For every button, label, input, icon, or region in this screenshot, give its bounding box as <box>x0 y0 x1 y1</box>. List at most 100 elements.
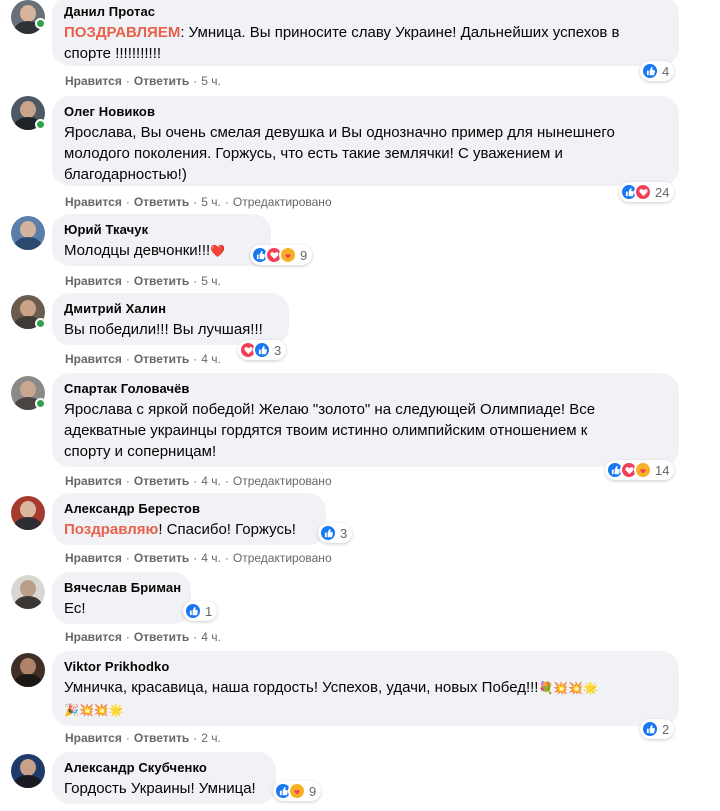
comment-bubble: Александр Скубченко Гордость Украины! Ум… <box>52 752 276 804</box>
emoji-sequence: 🎉💥💥🌟 <box>64 703 124 717</box>
reactions-summary[interactable]: 2 <box>640 719 675 739</box>
reactions-summary[interactable]: 9 <box>273 781 322 801</box>
timestamp[interactable]: 4 ч. <box>201 352 221 366</box>
like-link[interactable]: Нравится <box>65 352 122 366</box>
like-link[interactable]: Нравится <box>65 630 122 644</box>
edited-label[interactable]: Отредактировано <box>233 195 332 209</box>
comment-bubble: Олег Новиков Ярослава, Вы очень смелая д… <box>52 96 679 186</box>
timestamp[interactable]: 4 ч. <box>201 630 221 644</box>
reply-link[interactable]: Ответить <box>134 731 189 745</box>
online-status-icon <box>35 318 46 329</box>
comment-tag-link[interactable]: Поздравляю <box>64 521 158 538</box>
avatar[interactable] <box>11 653 45 687</box>
comment-text: Ес! <box>64 600 86 617</box>
comment-bubble: Дмитрий Халин Вы победили!!! Вы лучшая!!… <box>52 293 289 345</box>
comment-author[interactable]: Viktor Prikhodko <box>64 658 667 675</box>
timestamp[interactable]: 2 ч. <box>201 731 221 745</box>
reactions-count: 14 <box>655 462 670 478</box>
reactions-summary[interactable]: 3 <box>238 340 287 360</box>
like-reaction-icon <box>184 602 202 620</box>
reactions-count: 2 <box>662 721 670 737</box>
reactions-count: 9 <box>309 783 317 799</box>
like-reaction-icon <box>641 720 659 738</box>
reactions-count: 24 <box>655 184 670 200</box>
like-link[interactable]: Нравится <box>65 551 122 565</box>
comment-author[interactable]: Дмитрий Халин <box>64 300 277 317</box>
like-link[interactable]: Нравится <box>65 195 122 209</box>
comment-tag-link[interactable]: ПОЗДРАВЛЯЕМ <box>64 24 180 41</box>
comment-text: Умничка, красавица, наша гордость! Успех… <box>64 679 599 717</box>
avatar[interactable] <box>11 496 45 530</box>
timestamp[interactable]: 4 ч. <box>201 474 221 488</box>
comment-text: Поздравляю! Спасибо! Горжусь! <box>64 521 296 538</box>
reply-link[interactable]: Ответить <box>134 551 189 565</box>
online-status-icon <box>35 398 46 409</box>
comment-text: Молодцы девчонки!!!❤️ <box>64 242 226 259</box>
reactions-summary[interactable]: 3 <box>318 523 353 543</box>
reply-link[interactable]: Ответить <box>134 630 189 644</box>
comment-bubble: Viktor Prikhodko Умничка, красавица, наш… <box>52 651 679 726</box>
emoji-sequence: 💐💥💥🌟 <box>538 681 599 695</box>
comment-bubble: Юрий Ткачук Молодцы девчонки!!!❤️ <box>52 214 271 266</box>
reactions-summary[interactable]: 14 <box>605 460 675 480</box>
comment-actions: Нравится · Ответить · 2 ч. <box>65 731 221 745</box>
comment-actions: Нравится · Ответить · 4 ч. <box>65 630 221 644</box>
comment-text: Ярослава с яркой победой! Желаю "золото"… <box>64 401 596 460</box>
avatar[interactable] <box>11 216 45 250</box>
comment-author[interactable]: Вячеслав Бриман <box>64 579 181 596</box>
comment-author[interactable]: Спартак Головачёв <box>64 380 667 397</box>
reply-link[interactable]: Ответить <box>134 474 189 488</box>
comment-text: Вы победили!!! Вы лучшая!!! <box>64 321 263 338</box>
timestamp[interactable]: 4 ч. <box>201 551 221 565</box>
comment-author[interactable]: Данил Протас <box>64 3 667 20</box>
online-status-icon <box>35 119 46 130</box>
comment-author[interactable]: Александр Берестов <box>64 500 314 517</box>
comment-actions: Нравится · Ответить · 5 ч. · Отредактировано <box>65 195 332 209</box>
comment-author[interactable]: Юрий Ткачук <box>64 221 259 238</box>
like-link[interactable]: Нравится <box>65 474 122 488</box>
avatar[interactable] <box>11 754 45 788</box>
avatar[interactable] <box>11 575 45 609</box>
like-reaction-icon <box>641 62 659 80</box>
reply-link[interactable]: Ответить <box>134 352 189 366</box>
reply-link[interactable]: Ответить <box>134 74 189 88</box>
like-link[interactable]: Нравится <box>65 731 122 745</box>
reactions-count: 3 <box>340 525 348 541</box>
like-link[interactable]: Нравится <box>65 74 122 88</box>
reply-link[interactable]: Ответить <box>134 195 189 209</box>
love-reaction-icon <box>634 183 652 201</box>
comment-actions: Нравится · Ответить · 4 ч. · Отредактировано <box>65 474 332 488</box>
timestamp[interactable]: 5 ч. <box>201 274 221 288</box>
reactions-summary[interactable]: 1 <box>183 601 218 621</box>
heart-emoji: ❤️ <box>210 244 226 258</box>
comment-actions: Нравится · Ответить · 4 ч. <box>65 352 221 366</box>
comment-author[interactable]: Олег Новиков <box>64 103 667 120</box>
comment-actions: Нравится · Ответить · 5 ч. <box>65 274 221 288</box>
comment-bubble: Вячеслав Бриман Ес! <box>52 572 191 624</box>
comment-bubble: Спартак Головачёв Ярослава с яркой побед… <box>52 373 679 467</box>
reply-link[interactable]: Ответить <box>134 274 189 288</box>
comment-actions: Нравится · Ответить · 5 ч. <box>65 74 221 88</box>
reactions-count: 1 <box>205 603 213 619</box>
comment-actions: Нравится · Ответить · 4 ч. · Отредактировано <box>65 551 332 565</box>
reactions-count: 3 <box>274 342 282 358</box>
like-reaction-icon <box>253 341 271 359</box>
reactions-summary[interactable]: 4 <box>640 61 675 81</box>
reactions-count: 9 <box>300 247 308 263</box>
edited-label[interactable]: Отредактировано <box>233 474 332 488</box>
timestamp[interactable]: 5 ч. <box>201 195 221 209</box>
reactions-count: 4 <box>662 63 670 79</box>
like-reaction-icon <box>319 524 337 542</box>
edited-label[interactable]: Отредактировано <box>233 551 332 565</box>
care-reaction-icon <box>288 782 306 800</box>
care-reaction-icon <box>634 461 652 479</box>
comment-text: ПОЗДРАВЛЯЕМ: Умница. Вы приносите славу … <box>64 24 620 62</box>
online-status-icon <box>35 18 46 29</box>
reactions-summary[interactable]: 24 <box>619 182 675 202</box>
comment-text: Ярослава, Вы очень смелая девушка и Вы о… <box>64 124 615 183</box>
timestamp[interactable]: 5 ч. <box>201 74 221 88</box>
comment-author[interactable]: Александр Скубченко <box>64 759 264 776</box>
comment-bubble: Данил Протас ПОЗДРАВЛЯЕМ: Умница. Вы при… <box>52 0 679 66</box>
reactions-summary[interactable]: 9 <box>250 245 313 265</box>
like-link[interactable]: Нравится <box>65 274 122 288</box>
